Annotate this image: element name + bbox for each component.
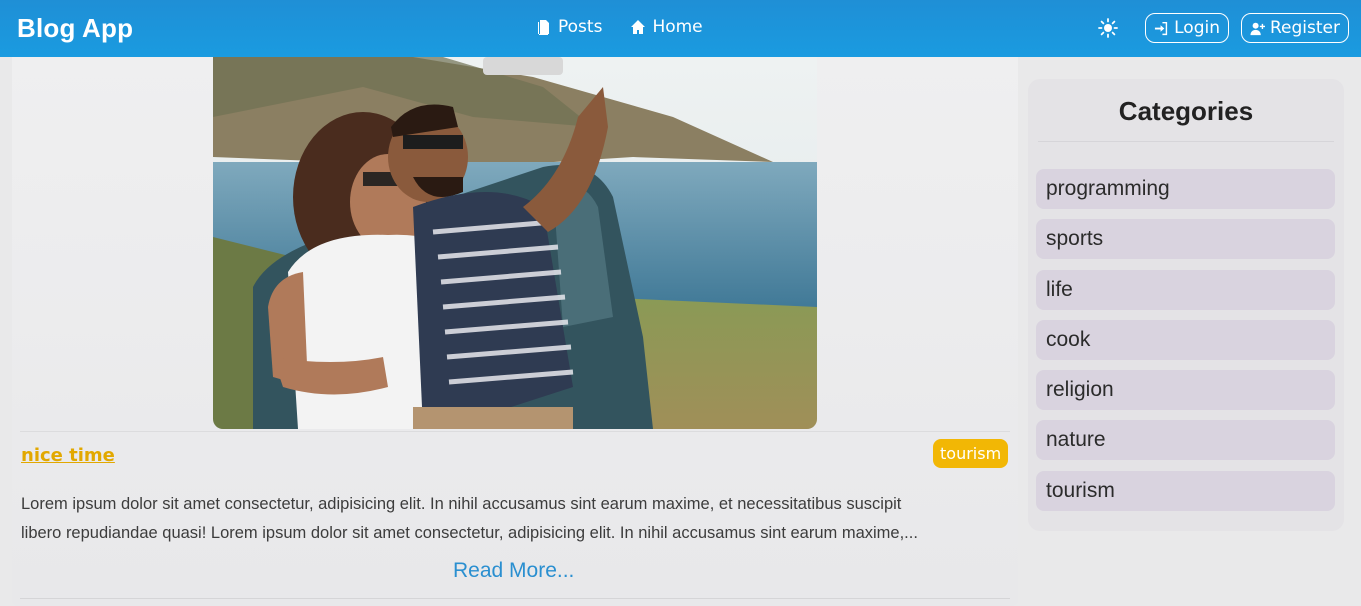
categories-sidebar: Categories programming sports life cook …	[1028, 79, 1344, 531]
post-excerpt-line-2: libero repudiandae quasi! Lorem ipsum do…	[21, 524, 918, 542]
category-item-nature[interactable]: nature	[1036, 420, 1335, 461]
sidebar-title: Categories	[1118, 96, 1254, 126]
register-label: Register	[1270, 18, 1340, 38]
category-item-sports[interactable]: sports	[1036, 219, 1335, 260]
card-bottom-divider	[20, 598, 1010, 599]
post-card: nice time tourism Lorem ipsum dolor sit …	[12, 57, 1018, 606]
couple-selfie-photo	[213, 57, 817, 429]
posts-icon	[538, 20, 549, 35]
theme-toggle-button[interactable]	[1097, 17, 1119, 39]
nav-link-home[interactable]: Home	[630, 17, 703, 37]
login-label: Login	[1174, 18, 1220, 38]
register-button[interactable]: Register	[1241, 13, 1349, 43]
post-image[interactable]	[213, 57, 817, 429]
post-excerpt-line-1: Lorem ipsum dolor sit amet consectetur, …	[21, 495, 902, 513]
post-title-link[interactable]: nice time	[21, 445, 115, 466]
login-button[interactable]: Login	[1145, 13, 1229, 43]
home-icon	[631, 20, 646, 34]
category-item-tourism[interactable]: tourism	[1036, 470, 1335, 511]
top-navbar: Blog App Posts Home Login Register	[0, 0, 1361, 57]
nav-link-posts[interactable]: Posts	[536, 17, 602, 37]
category-item-religion[interactable]: religion	[1036, 370, 1335, 411]
sun-icon	[1098, 18, 1119, 38]
category-item-programming[interactable]: programming	[1036, 169, 1335, 209]
post-excerpt: Lorem ipsum dolor sit amet consectetur, …	[21, 490, 1011, 548]
login-icon	[1155, 21, 1168, 35]
brand-logo[interactable]: Blog App	[17, 13, 133, 44]
sidebar-divider	[1038, 141, 1334, 142]
read-more-link[interactable]: Read More...	[453, 559, 574, 583]
user-plus-icon	[1250, 22, 1265, 35]
category-item-life[interactable]: life	[1036, 269, 1335, 310]
nav-link-home-label: Home	[652, 17, 703, 37]
nav-links: Posts Home	[536, 17, 703, 37]
category-list: programming sports life cook religion na…	[1036, 169, 1335, 521]
nav-actions: Login Register	[1097, 13, 1349, 43]
post-category-badge[interactable]: tourism	[933, 439, 1009, 468]
category-item-cook[interactable]: cook	[1036, 319, 1335, 360]
nav-link-posts-label: Posts	[558, 17, 603, 37]
post-divider	[20, 431, 1010, 432]
